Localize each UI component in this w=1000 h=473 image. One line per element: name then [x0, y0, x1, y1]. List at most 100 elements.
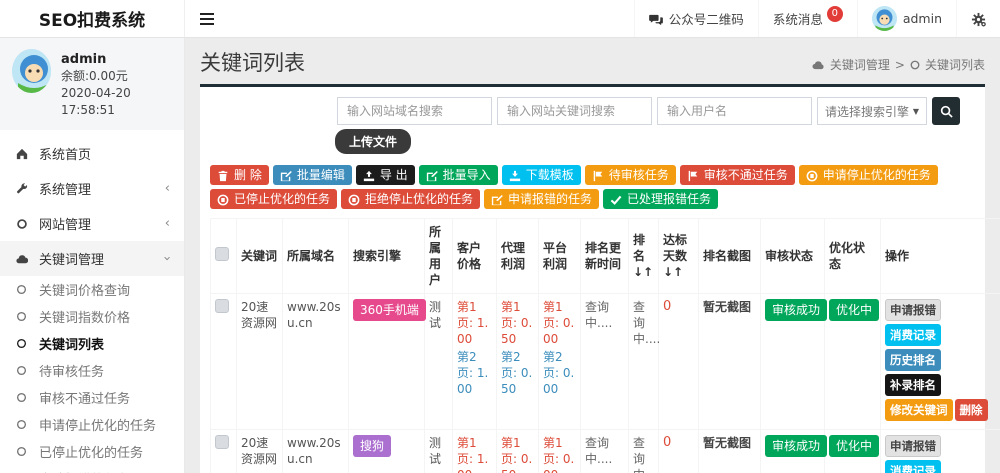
search-button[interactable]: [932, 97, 960, 125]
toolbar-button-10[interactable]: 申请报错的任务: [484, 189, 599, 209]
toolbar-button-8[interactable]: 已停止优化的任务: [210, 189, 337, 209]
column-header-4: 客户价格: [453, 219, 497, 294]
row-checkbox[interactable]: [215, 299, 229, 313]
circle-icon: [16, 282, 29, 297]
settings-menu-item[interactable]: [956, 0, 1000, 37]
price-page2: 第2页: 0.50: [501, 349, 534, 397]
column-header-13: 操作: [881, 219, 1000, 294]
search-icon: [940, 105, 953, 118]
circle-icon: [16, 309, 29, 324]
sidebar-toggle-button[interactable]: [185, 0, 229, 37]
toolbar-button-11[interactable]: 已处理报错任务: [603, 189, 718, 209]
sidebar-item-label: 关键词管理: [39, 249, 104, 268]
cloud-icon: [14, 251, 29, 266]
qr-code-menu-item[interactable]: 公众号二维码: [634, 0, 758, 37]
user-menu-item[interactable]: admin: [857, 0, 956, 37]
rank-update-cell: 查询中....: [581, 294, 629, 430]
sidebar-subitem-label: 关键词价格查询: [39, 280, 130, 299]
search-filters: 请选择搜索引擎 ▼: [210, 97, 960, 125]
toolbar-button-3[interactable]: 批量导入: [419, 165, 498, 185]
price-page1: 第1页: 0.50: [501, 299, 534, 347]
system-messages-menu-item[interactable]: 系统消息 0: [758, 0, 857, 37]
row-action-历史排名[interactable]: 历史排名: [885, 349, 941, 371]
column-header-8[interactable]: 排名 ↓↑: [629, 219, 659, 294]
circle-icon: [16, 390, 29, 405]
column-header-2: 搜索引擎: [349, 219, 425, 294]
select-all-checkbox[interactable]: [215, 247, 229, 261]
keyword-list-panel: 请选择搜索引擎 ▼ 上传文件 删 除批量编辑导 出批量导入下载模板待审核任务审核…: [200, 84, 985, 473]
circle-icon: [16, 417, 29, 432]
column-header-9[interactable]: 达标天数 ↓↑: [659, 219, 699, 294]
toolbar-button-label: 拒绝停止优化的任务: [365, 191, 473, 207]
chevron-left-icon: ‹: [165, 217, 170, 230]
row-action-补录排名[interactable]: 补录排名: [885, 374, 941, 396]
edit-icon: [426, 167, 438, 183]
sidebar-datetime: 2020-04-20 17:58:51: [61, 85, 174, 119]
wrench-icon: [14, 181, 29, 196]
app-title: SEO扣费系统: [0, 0, 185, 37]
sidebar-subitem-7[interactable]: 申请报错的任务: [0, 465, 184, 473]
filter-input-0[interactable]: [337, 97, 492, 125]
content-header: 关键词列表 关键词管理 > 关键词列表: [185, 38, 1000, 84]
toolbar-button-0[interactable]: 删 除: [210, 165, 269, 185]
optimize-status-cell: 优化中: [825, 294, 881, 430]
sidebar-subitem-2[interactable]: 关键词列表: [0, 330, 184, 357]
sidebar: admin 余额:0.00元 2020-04-20 17:58:51 系统首页系…: [0, 38, 185, 473]
toolbar-button-2[interactable]: 导 出: [356, 165, 415, 185]
qr-code-label: 公众号二维码: [669, 9, 744, 28]
row-action-修改关键词[interactable]: 修改关键词: [885, 399, 953, 421]
edit-icon: [491, 191, 503, 207]
keywords-table: 关键词所属域名搜索引擎所属用户客户价格代理利润平台利润排名更新时间排名 ↓↑达标…: [210, 218, 1000, 473]
main-content: 关键词列表 关键词管理 > 关键词列表 请选择搜索引擎 ▼ 上传文件 删 除批量…: [185, 38, 1000, 473]
screenshot-cell: 暂无截图: [699, 430, 761, 473]
toolbar-button-5[interactable]: 待审核任务: [585, 165, 676, 185]
keyword-cell: 20速资源网: [237, 430, 283, 473]
row-checkbox[interactable]: [215, 435, 229, 449]
circle-icon: [16, 444, 29, 459]
column-header-5: 代理利润: [497, 219, 539, 294]
filter-input-1[interactable]: [497, 97, 652, 125]
row-action-申请报错[interactable]: 申请报错: [885, 435, 941, 457]
rank-cell: 查询中....: [629, 430, 659, 473]
sidebar-subitem-5[interactable]: 申请停止优化的任务: [0, 411, 184, 438]
toolbar-button-6[interactable]: 审核不通过任务: [680, 165, 795, 185]
breadcrumb-separator: >: [895, 58, 905, 72]
sidebar-item-1[interactable]: 系统管理‹: [0, 171, 184, 206]
sidebar-menu: 系统首页系统管理‹网站管理‹关键词管理‹关键词价格查询关键词指数价格关键词列表待…: [0, 130, 184, 473]
row-action-申请报错[interactable]: 申请报错: [885, 299, 941, 321]
circle-icon: [16, 336, 29, 351]
customer-price-cell: 第1页: 1.00第2页: 1.00: [453, 430, 497, 473]
sidebar-subitem-4[interactable]: 审核不通过任务: [0, 384, 184, 411]
comments-icon: [649, 11, 663, 26]
audit-status-cell: 审核成功: [761, 430, 825, 473]
sidebar-subitem-6[interactable]: 已停止优化的任务: [0, 438, 184, 465]
toolbar-button-4[interactable]: 下载模板: [502, 165, 581, 185]
optimize-status-badge: 优化中: [829, 435, 879, 457]
rank-update-cell: 查询中....: [581, 430, 629, 473]
toolbar-button-label: 批量导入: [443, 167, 491, 183]
breadcrumb-section[interactable]: 关键词管理: [830, 56, 890, 73]
sidebar-item-0[interactable]: 系统首页: [0, 136, 184, 171]
toolbar-button-7[interactable]: 申请停止优化的任务: [799, 165, 938, 185]
domain-cell: www.20su.cn: [283, 430, 349, 473]
row-action-删除[interactable]: 删除: [955, 399, 988, 421]
engine-select[interactable]: 请选择搜索引擎 ▼: [817, 97, 927, 125]
messages-count-badge: 0: [827, 6, 843, 22]
sidebar-item-3[interactable]: 关键词管理‹: [0, 241, 184, 276]
flag-icon: [687, 167, 699, 183]
circle-icon: [16, 363, 29, 378]
column-header-3: 所属用户: [425, 219, 453, 294]
price-page1: 第1页: 0.00: [543, 435, 576, 473]
check-icon: [610, 191, 622, 207]
sidebar-subitem-3[interactable]: 待审核任务: [0, 357, 184, 384]
sidebar-item-2[interactable]: 网站管理‹: [0, 206, 184, 241]
row-action-消费记录[interactable]: 消费记录: [885, 324, 941, 346]
sidebar-subitem-0[interactable]: 关键词价格查询: [0, 276, 184, 303]
toolbar-button-1[interactable]: 批量编辑: [273, 165, 352, 185]
filter-input-2[interactable]: [657, 97, 812, 125]
top-navbar: SEO扣费系统 公众号二维码 系统消息 0 admin: [0, 0, 1000, 38]
upload-file-button[interactable]: 上传文件: [335, 129, 411, 154]
toolbar-button-9[interactable]: 拒绝停止优化的任务: [341, 189, 480, 209]
row-action-消费记录[interactable]: 消费记录: [885, 460, 941, 473]
sidebar-subitem-1[interactable]: 关键词指数价格: [0, 303, 184, 330]
